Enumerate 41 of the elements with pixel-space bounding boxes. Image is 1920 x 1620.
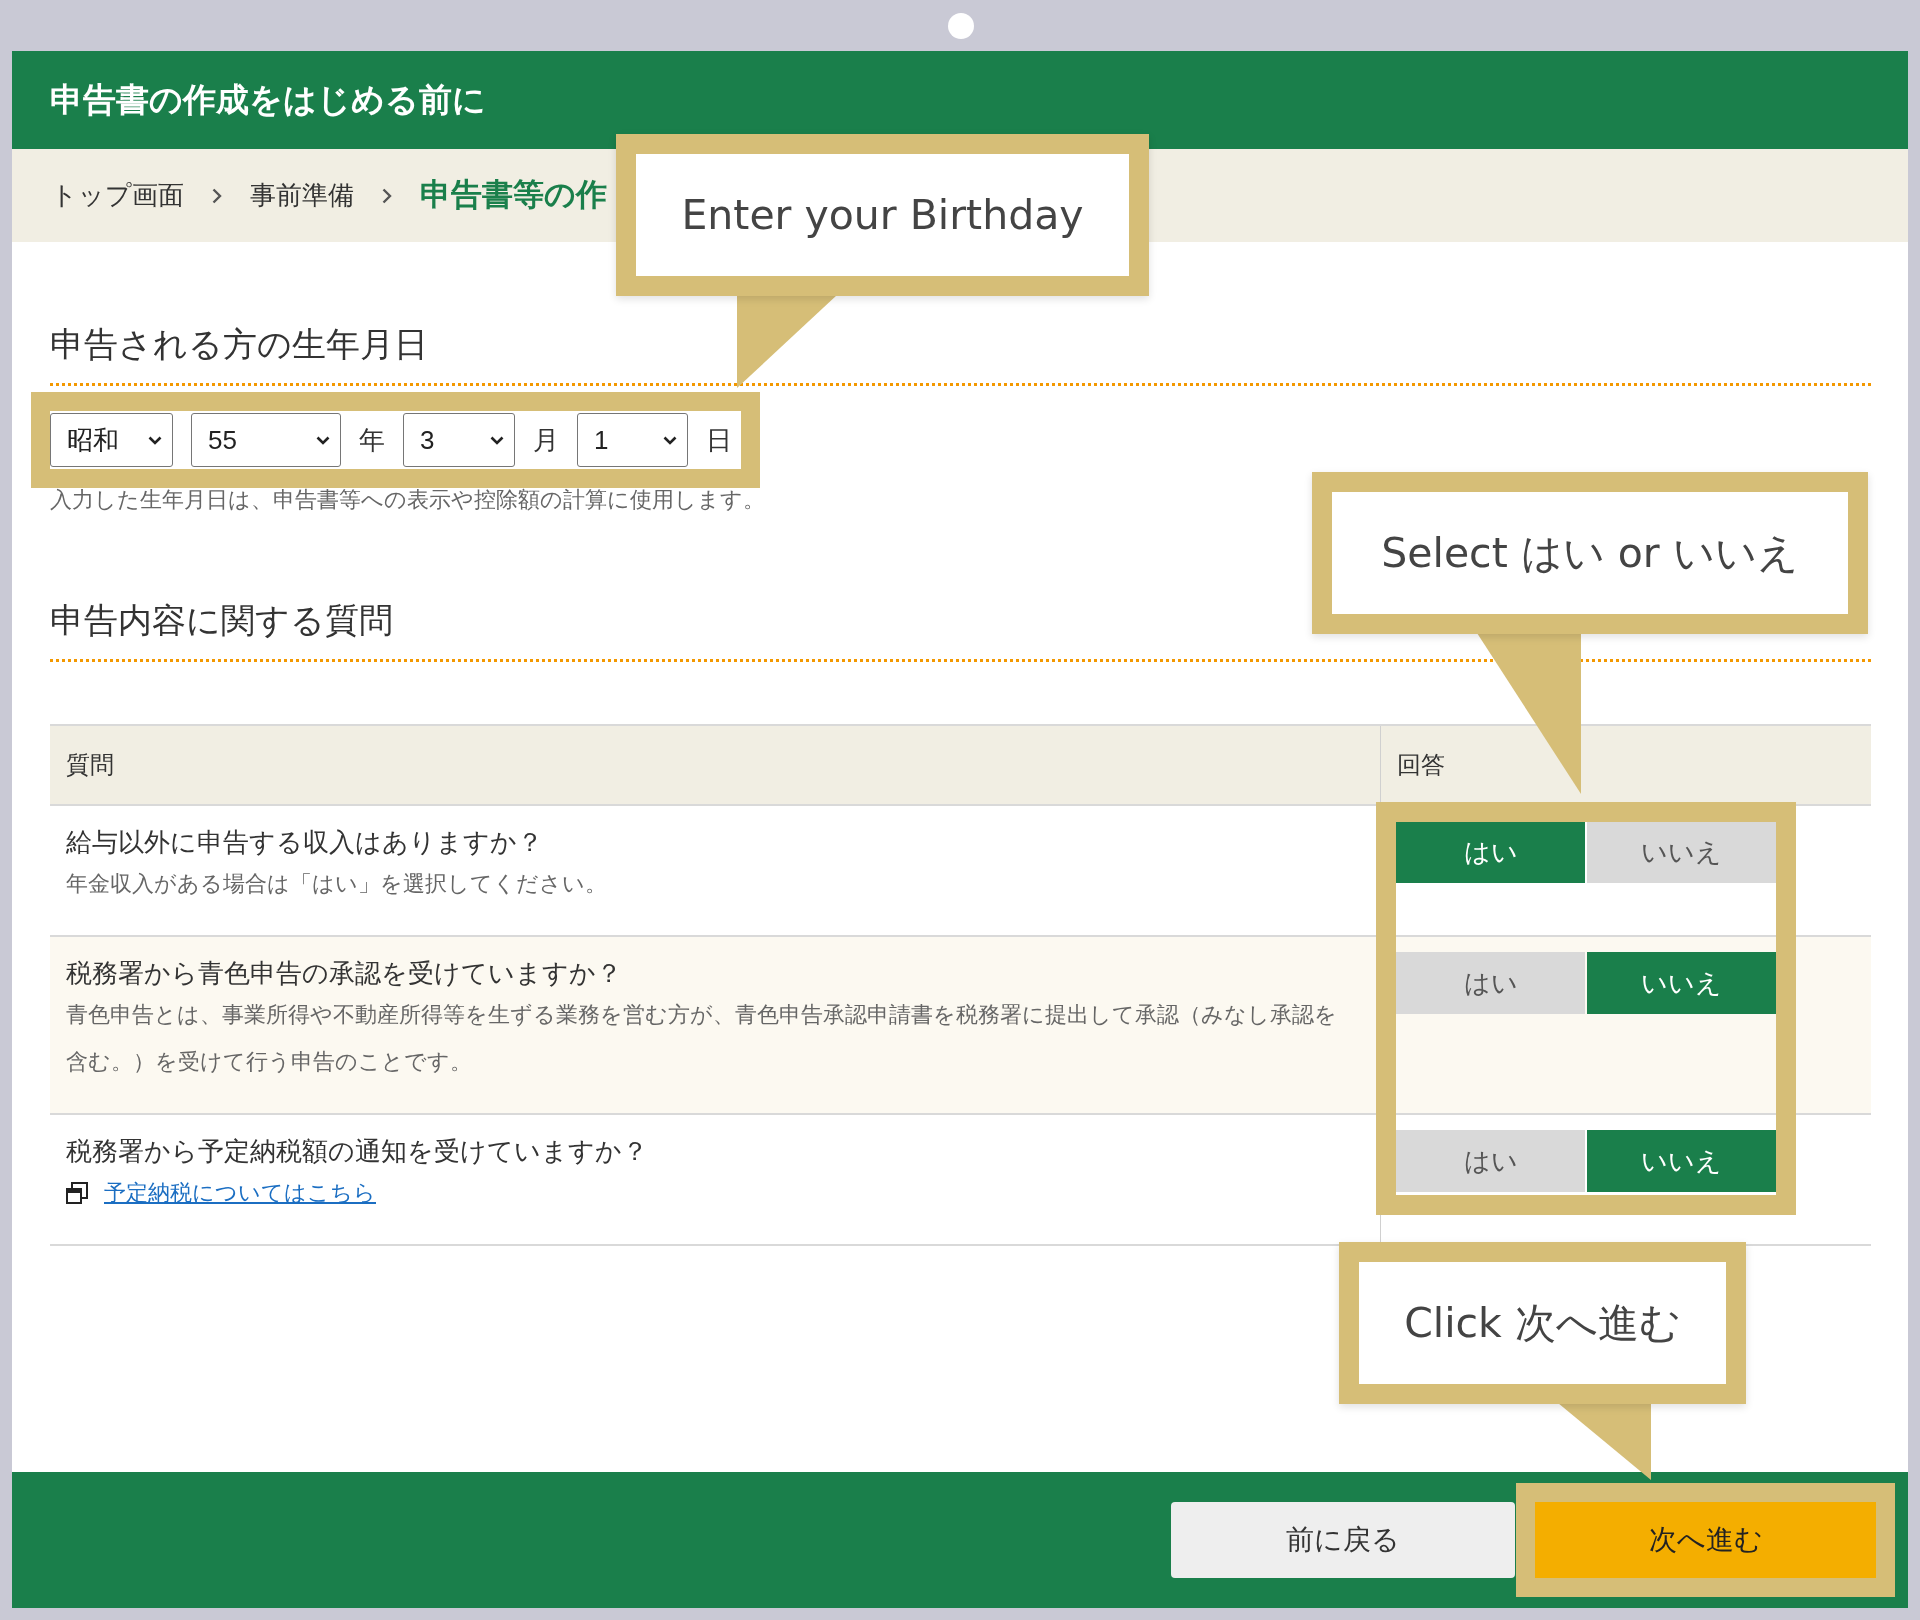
question-text: 給与以外に申告する収入はありますか？ [66,826,544,859]
section-heading: 申告される方の生年月日 [50,325,428,363]
chevron-right-icon [212,187,222,204]
column-header: 回答 [1397,750,1445,780]
dropdown[interactable]: 55 [191,413,341,467]
answer-button[interactable]: はい [1396,821,1585,883]
answer-button[interactable]: いいえ [1587,1130,1776,1192]
answer-button[interactable]: いいえ [1587,821,1776,883]
dropdown[interactable]: 昭和 [50,413,173,467]
column-header: 質問 [66,750,114,780]
dot-icon [948,12,974,39]
question-text: 税務署から青色申告の承認を受けていますか？ [66,957,623,990]
caret-down-icon [490,435,504,445]
unit-label: 年 [359,423,385,457]
back-button[interactable]: 前に戻る [1171,1502,1515,1578]
help-text: 入力した生年月日は、申告書等への表示や控除額の計算に使用します。 [50,488,765,512]
breadcrumb-current: 申告書等の作 [420,176,607,215]
page-title: 申告書の作成をはじめる前に [50,80,486,120]
next-button[interactable]: 次へ進む [1535,1502,1876,1578]
question-note: 青色申告とは、事業所得や不動産所得等を生ずる業務を営む方が、青色申告承認申請書を税務署に提出して承認（みなし承認を含む。）を受けて行う申告のことです。 [66,1001,1338,1076]
question-text: 税務署から予定納税額の通知を受けていますか？ [66,1135,649,1168]
answer-button[interactable]: はい [1396,952,1585,1014]
answer-button[interactable]: はい [1396,1130,1585,1192]
caret-down-icon [316,435,330,445]
caret-down-icon [663,435,677,445]
unit-label: 月 [533,423,559,457]
callout-box: Select はい or いいえ [1312,472,1868,634]
callout-box: Click 次へ進む [1339,1242,1746,1404]
help-link[interactable]: 予定納税についてはこちら [104,1177,376,1208]
chevron-right-icon [382,187,392,204]
dropdown[interactable]: 3 [403,413,515,467]
answer-button[interactable]: いいえ [1587,952,1776,1014]
unit-label: 日 [706,423,732,457]
section-heading: 申告内容に関する質問 [50,601,393,639]
caret-down-icon [148,435,162,445]
callout-box: Enter your Birthday [616,134,1149,296]
new-window-icon [66,1181,88,1204]
breadcrumb-link[interactable]: 事前準備 [250,178,354,213]
dropdown[interactable]: 1 [577,413,688,467]
question-note: 年金収入がある場合は「はい」を選択してください。 [66,870,608,898]
breadcrumb-link[interactable]: トップ画面 [51,178,184,213]
